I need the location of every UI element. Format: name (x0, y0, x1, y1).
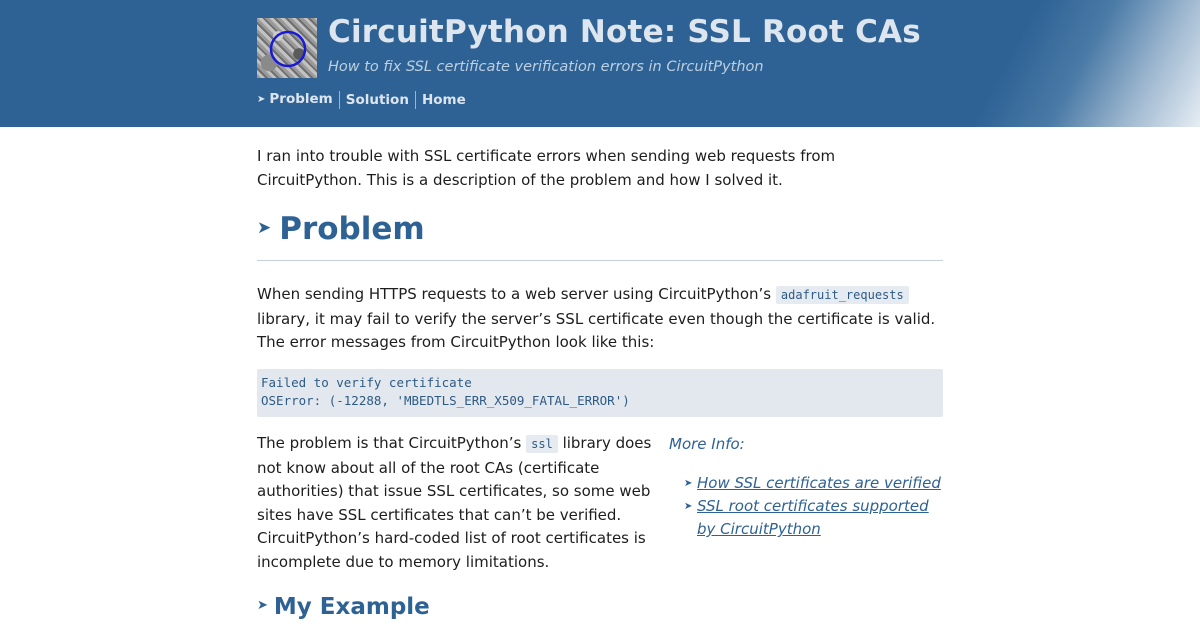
problem-paragraph-2: The problem is that CircuitPython’s ssl … (257, 432, 652, 574)
heading-rule (257, 260, 943, 261)
inline-code-adafruit-requests: adafruit_requests (775, 286, 909, 304)
paragraph-text: When sending HTTPS requests to a web ser… (257, 285, 776, 303)
nav-item-home[interactable]: Home (416, 91, 472, 109)
link-how-ssl-verified[interactable]: How SSL certificates are verified (697, 474, 941, 492)
heading-arrow-icon: ➤ (257, 217, 272, 238)
nav-item-solution[interactable]: Solution (340, 91, 415, 109)
arrow-right-icon: ➤ (684, 501, 693, 512)
problem-paragraph-1: When sending HTTPS requests to a web ser… (257, 283, 943, 355)
my-example-heading-text: My Example (273, 594, 430, 620)
paragraph-text: library does not know about all of the r… (257, 434, 652, 571)
nav-current-arrow-icon: ➤ (257, 94, 266, 105)
nav-item-label: Problem (269, 91, 333, 107)
problem-heading: ➤ Problem (257, 211, 425, 247)
paragraph-text: library, it may fail to verify the serve… (257, 309, 936, 352)
my-example-heading: ➤ My Example (257, 594, 430, 620)
problem-heading-text: Problem (279, 211, 425, 247)
more-info-title: More Info: (669, 435, 745, 453)
avatar-circle-icon (269, 30, 307, 68)
site-subtitle: How to fix SSL certificate verification … (328, 59, 764, 75)
heading-arrow-icon: ➤ (257, 598, 268, 613)
avatar[interactable] (257, 18, 317, 78)
error-code-block: Failed to verify certificate OSError: (-… (257, 369, 943, 417)
site-title[interactable]: CircuitPython Note: SSL Root CAs (328, 14, 921, 50)
site-nav: ➤ Problem Solution Home (257, 90, 472, 110)
site-header: CircuitPython Note: SSL Root CAs How to … (0, 0, 1200, 127)
arrow-right-icon: ➤ (684, 478, 693, 489)
link-ssl-root-certs-supported[interactable]: SSL root certificates supported by Circu… (697, 497, 929, 538)
paragraph-text: The problem is that CircuitPython’s (257, 434, 527, 452)
list-item: ➤ SSL root certificates supported by Circ… (684, 495, 943, 541)
intro-paragraph: I ran into trouble with SSL certificate … (257, 147, 836, 189)
list-item: ➤ How SSL certificates are verified (684, 472, 943, 495)
nav-item-problem[interactable]: ➤ Problem (257, 90, 339, 110)
more-info-list: ➤ How SSL certificates are verified ➤ SSL … (669, 472, 943, 541)
more-info-aside: More Info: ➤ How SSL certificates are ver… (669, 435, 943, 541)
inline-code-ssl: ssl (526, 435, 558, 453)
